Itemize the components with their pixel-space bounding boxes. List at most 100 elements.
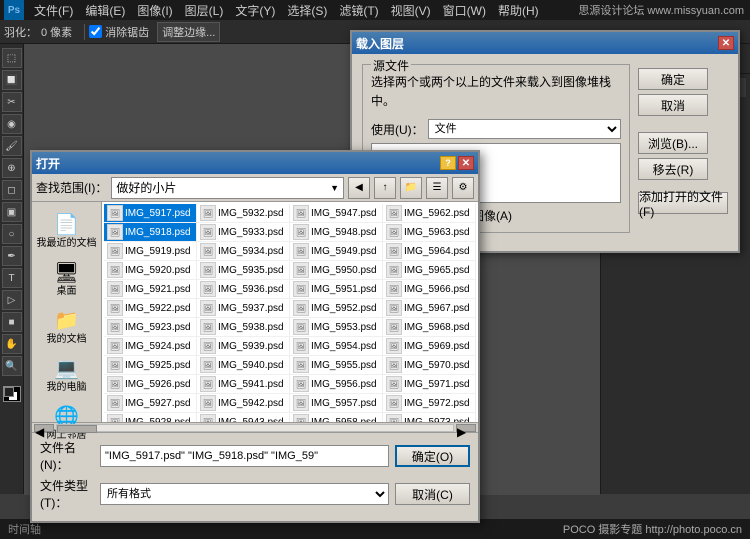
nav-up-btn[interactable]: ↑	[374, 177, 396, 199]
file-item[interactable]: 🖼IMG_5957.psd	[290, 394, 382, 413]
use-select[interactable]: 文件	[428, 119, 621, 139]
file-item[interactable]: 🖼IMG_5917.psd	[104, 204, 196, 223]
file-item[interactable]: 🖼IMG_5935.psd	[197, 261, 289, 280]
menu-window[interactable]: 窗口(W)	[437, 0, 492, 20]
file-item[interactable]: 🖼IMG_5932.psd	[197, 204, 289, 223]
file-item[interactable]: 🖼IMG_5937.psd	[197, 299, 289, 318]
menu-filter[interactable]: 滤镜(T)	[333, 0, 384, 20]
file-item[interactable]: 🖼IMG_5964.psd	[383, 242, 475, 261]
tools-btn[interactable]: ⚙	[452, 177, 474, 199]
tool-brush[interactable]: 🖌	[2, 136, 22, 156]
file-item[interactable]: 🖼IMG_5965.psd	[383, 261, 475, 280]
nav-my-docs[interactable]: 📁 我的文档	[37, 306, 97, 346]
file-item[interactable]: 🖼IMG_5942.psd	[197, 394, 289, 413]
tool-marquee[interactable]: ⬚	[2, 48, 22, 68]
file-item[interactable]: 🖼IMG_5955.psd	[290, 356, 382, 375]
file-item[interactable]: 🖼IMG_5967.psd	[383, 299, 475, 318]
tool-crop[interactable]: ✂	[2, 92, 22, 112]
load-cancel-btn[interactable]: 取消	[638, 94, 708, 116]
scroll-left-btn[interactable]: ◀	[34, 424, 54, 432]
menu-edit[interactable]: 编辑(E)	[79, 0, 131, 20]
file-item[interactable]: 🖼IMG_5941.psd	[197, 375, 289, 394]
menu-layer[interactable]: 图层(L)	[179, 0, 230, 20]
tool-spot-heal[interactable]: ◉	[2, 114, 22, 134]
file-item[interactable]: 🖼IMG_5920.psd	[104, 261, 196, 280]
filetype-select[interactable]: 所有格式	[100, 483, 389, 505]
tool-lasso[interactable]: 🔲	[2, 70, 22, 90]
load-layers-close[interactable]: ✕	[718, 36, 734, 50]
nav-my-computer[interactable]: 💻 我的电脑	[37, 354, 97, 394]
file-item[interactable]: 🖼IMG_5952.psd	[290, 299, 382, 318]
file-item[interactable]: 🖼IMG_5951.psd	[290, 280, 382, 299]
tool-eraser[interactable]: ◻	[2, 180, 22, 200]
menu-help[interactable]: 帮助(H)	[492, 0, 545, 20]
scrollbar-track[interactable]	[56, 424, 454, 432]
tool-gradient[interactable]: ▣	[2, 202, 22, 222]
file-item[interactable]: 🖼IMG_5922.psd	[104, 299, 196, 318]
file-item[interactable]: 🖼IMG_5921.psd	[104, 280, 196, 299]
menu-select[interactable]: 选择(S)	[281, 0, 333, 20]
open-ok-btn[interactable]: 确定(O)	[395, 445, 470, 467]
file-item[interactable]: 🖼IMG_5934.psd	[197, 242, 289, 261]
adjust-edges-btn[interactable]: 调整边缘...	[157, 22, 220, 42]
file-item[interactable]: 🖼IMG_5953.psd	[290, 318, 382, 337]
file-item[interactable]: 🖼IMG_5956.psd	[290, 375, 382, 394]
nav-recent[interactable]: 📄 我最近的文档	[37, 210, 97, 250]
file-item[interactable]: 🖼IMG_5962.psd	[383, 204, 475, 223]
nav-back-btn[interactable]: ◀	[348, 177, 370, 199]
file-item[interactable]: 🖼IMG_5970.psd	[383, 356, 475, 375]
file-item[interactable]: 🖼IMG_5936.psd	[197, 280, 289, 299]
file-item[interactable]: 🖼IMG_5969.psd	[383, 337, 475, 356]
look-in-dropdown-arrow[interactable]: ▼	[330, 183, 339, 193]
tool-clone[interactable]: ⊕	[2, 158, 22, 178]
load-browse-btn[interactable]: 浏览(B)...	[638, 132, 708, 154]
file-item[interactable]: 🖼IMG_5958.psd	[290, 413, 382, 422]
horizontal-scrollbar[interactable]: ◀ ▶	[32, 422, 478, 432]
file-item[interactable]: 🖼IMG_5919.psd	[104, 242, 196, 261]
file-item[interactable]: 🖼IMG_5918.psd	[104, 223, 196, 242]
nav-network[interactable]: 🌐 网上邻居	[37, 402, 97, 442]
tool-shape[interactable]: ■	[2, 312, 22, 332]
file-item[interactable]: 🖼IMG_5968.psd	[383, 318, 475, 337]
antialias-checkbox[interactable]	[89, 25, 102, 38]
file-item[interactable]: 🖼IMG_5950.psd	[290, 261, 382, 280]
load-add-open-btn[interactable]: 添加打开的文件(F)	[638, 192, 728, 214]
open-cancel-btn[interactable]: 取消(C)	[395, 483, 470, 505]
file-item[interactable]: 🖼IMG_5923.psd	[104, 318, 196, 337]
file-item[interactable]: 🖼IMG_5954.psd	[290, 337, 382, 356]
open-dialog-close[interactable]: ✕	[458, 156, 474, 170]
nav-desktop[interactable]: 🖥 桌面	[37, 258, 97, 298]
filename-input[interactable]	[100, 445, 389, 467]
file-item[interactable]: 🖼IMG_5940.psd	[197, 356, 289, 375]
file-item[interactable]: 🖼IMG_5928.psd	[104, 413, 196, 422]
load-ok-btn[interactable]: 确定	[638, 68, 708, 90]
file-item[interactable]: 🖼IMG_5949.psd	[290, 242, 382, 261]
tool-text[interactable]: T	[2, 268, 22, 288]
file-item[interactable]: 🖼IMG_5926.psd	[104, 375, 196, 394]
file-item[interactable]: 🖼IMG_5924.psd	[104, 337, 196, 356]
file-item[interactable]: 🖼IMG_5963.psd	[383, 223, 475, 242]
tool-dodge[interactable]: ○	[2, 224, 22, 244]
file-item[interactable]: 🖼IMG_5971.psd	[383, 375, 475, 394]
tool-pen[interactable]: ✒	[2, 246, 22, 266]
file-item[interactable]: 🖼IMG_5933.psd	[197, 223, 289, 242]
file-item[interactable]: 🖼IMG_5938.psd	[197, 318, 289, 337]
menu-file[interactable]: 文件(F)	[28, 0, 79, 20]
tool-zoom[interactable]: 🔍	[2, 356, 22, 376]
view-toggle-btn[interactable]: ☰	[426, 177, 448, 199]
file-item[interactable]: 🖼IMG_5966.psd	[383, 280, 475, 299]
menu-view[interactable]: 视图(V)	[385, 0, 437, 20]
file-item[interactable]: 🖼IMG_5939.psd	[197, 337, 289, 356]
scroll-right-btn[interactable]: ▶	[456, 424, 476, 432]
fg-bg-colors[interactable]	[3, 386, 21, 402]
file-item[interactable]: 🖼IMG_5927.psd	[104, 394, 196, 413]
load-remove-btn[interactable]: 移去(R)	[638, 158, 708, 180]
file-item[interactable]: 🖼IMG_5943.psd	[197, 413, 289, 422]
tool-hand[interactable]: ✋	[2, 334, 22, 354]
create-folder-btn[interactable]: 📁	[400, 177, 422, 199]
menu-text[interactable]: 文字(Y)	[229, 0, 281, 20]
tool-path[interactable]: ▷	[2, 290, 22, 310]
file-item[interactable]: 🖼IMG_5973.psd	[383, 413, 475, 422]
scrollbar-thumb[interactable]	[57, 425, 97, 433]
file-item[interactable]: 🖼IMG_5948.psd	[290, 223, 382, 242]
